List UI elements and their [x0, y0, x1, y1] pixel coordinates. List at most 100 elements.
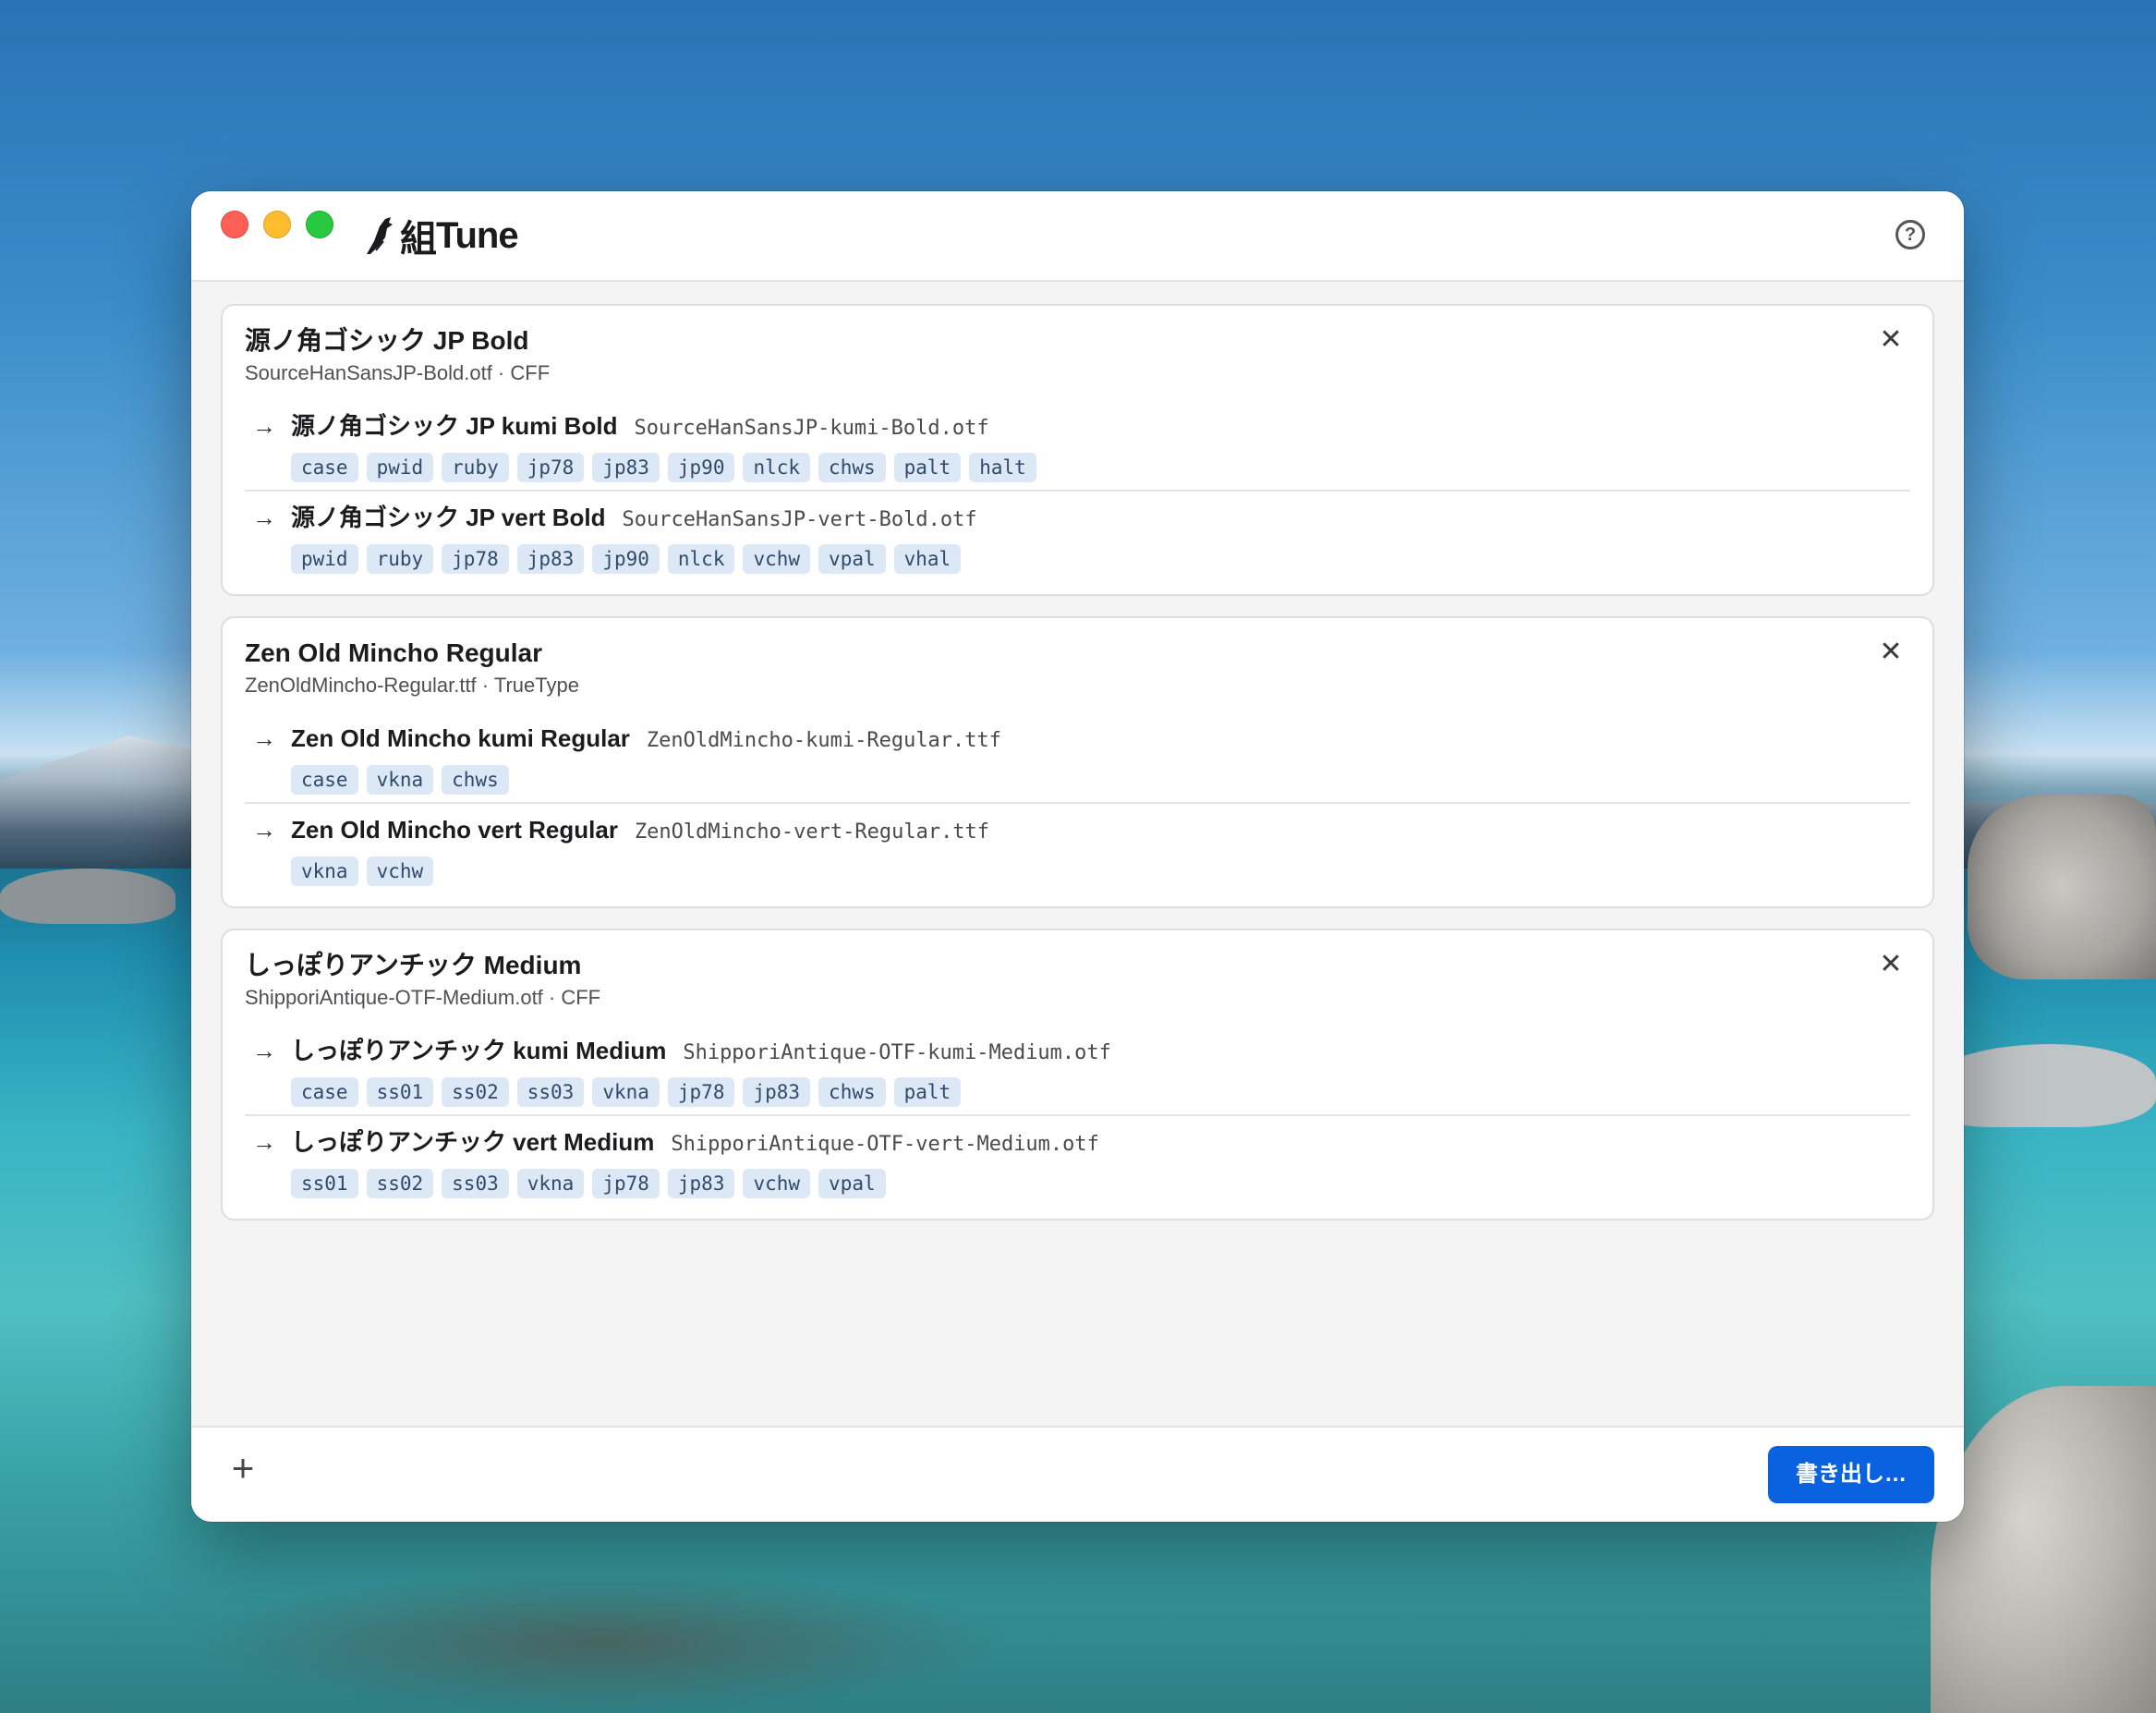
background-boulder: [1931, 1386, 2156, 1713]
feature-tag: jp83: [743, 1077, 811, 1107]
feature-tag: jp90: [667, 453, 735, 482]
window-close-button[interactable]: [221, 211, 248, 238]
arrow-right-icon: →: [252, 504, 276, 531]
feature-tag: nlck: [743, 453, 811, 482]
output-item: → しっぽりアンチック vert Medium ShipporiAntique-…: [245, 1114, 1910, 1206]
feature-tag: jp83: [592, 453, 660, 482]
feature-tag: ss03: [516, 1077, 585, 1107]
font-card: しっぽりアンチック Medium ShipporiAntique-OTF-Med…: [221, 929, 1934, 1221]
add-font-plus-icon[interactable]: +: [223, 1448, 263, 1488]
feature-tag: case: [291, 765, 358, 795]
title-bar: 組 Tune ?: [191, 191, 1964, 282]
feature-tag: jp78: [516, 453, 585, 482]
feature-tag: ruby: [366, 544, 434, 574]
font-subtitle: ZenOldMincho-Regular.ttf · TrueType: [245, 674, 579, 697]
feature-tags: case ss01 ss02 ss03 vkna jp78 jp83 chws …: [291, 1077, 1910, 1107]
font-subtitle: SourceHanSansJP-Bold.otf · CFF: [245, 361, 551, 384]
feature-tag: vchw: [743, 1169, 811, 1198]
footer-bar: + 書き出し…: [191, 1426, 1964, 1522]
feature-tag: jp90: [592, 544, 660, 574]
feature-tag: jp78: [667, 1077, 735, 1107]
arrow-right-icon: →: [252, 816, 276, 844]
output-name: Zen Old Mincho vert Regular: [291, 816, 618, 844]
output-filename: ShipporiAntique-OTF-vert-Medium.otf: [671, 1133, 1099, 1156]
feature-tag: case: [291, 453, 358, 482]
feature-tag: ss03: [442, 1169, 509, 1198]
output-list: → 源ノ角ゴシック JP kumi Bold SourceHanSansJP-k…: [245, 400, 1910, 581]
arrow-right-icon: →: [252, 1128, 276, 1156]
feature-tags: case pwid ruby jp78 jp83 jp90 nlck chws …: [291, 453, 1910, 482]
feature-tag: vkna: [291, 856, 358, 886]
arrow-right-icon: →: [252, 1037, 276, 1064]
font-title: しっぽりアンチック Medium: [245, 951, 582, 979]
background-rock: [0, 869, 176, 924]
feature-tag: ss02: [442, 1077, 509, 1107]
feature-tag: vhal: [893, 544, 962, 574]
output-item: → 源ノ角ゴシック JP kumi Bold SourceHanSansJP-k…: [245, 400, 1910, 490]
feature-tag: case: [291, 1077, 358, 1107]
feature-tag: jp78: [592, 1169, 660, 1198]
output-filename: SourceHanSansJP-vert-Bold.otf: [622, 508, 977, 531]
remove-font-close-icon[interactable]: ✕: [1877, 326, 1905, 354]
feature-tag: vkna: [516, 1169, 585, 1198]
feature-tag: vpal: [818, 1169, 886, 1198]
output-list: → Zen Old Mincho kumi Regular ZenOldMinc…: [245, 712, 1910, 893]
output-name: 源ノ角ゴシック JP kumi Bold: [291, 412, 618, 440]
feature-tag: jp83: [667, 1169, 735, 1198]
remove-font-close-icon[interactable]: ✕: [1877, 638, 1905, 666]
output-item: → Zen Old Mincho vert Regular ZenOldMinc…: [245, 802, 1910, 893]
arrow-right-icon: →: [252, 724, 276, 752]
feature-tag: ss01: [366, 1077, 434, 1107]
feature-tag: halt: [969, 453, 1036, 482]
font-card: Zen Old Mincho Regular ZenOldMincho-Regu…: [221, 616, 1934, 908]
output-filename: SourceHanSansJP-kumi-Bold.otf: [634, 417, 989, 440]
feature-tag: chws: [818, 1077, 886, 1107]
export-button[interactable]: 書き出し…: [1768, 1446, 1934, 1503]
feature-tags: ss01 ss02 ss03 vkna jp78 jp83 vchw vpal: [291, 1169, 1910, 1198]
feature-tag: ruby: [442, 453, 509, 482]
arrow-right-icon: →: [252, 412, 276, 440]
feature-tag: vkna: [366, 765, 434, 795]
feature-tag: palt: [893, 453, 962, 482]
feature-tags: pwid ruby jp78 jp83 jp90 nlck vchw vpal …: [291, 544, 1910, 574]
feature-tags: vkna vchw: [291, 856, 1910, 886]
output-item: → Zen Old Mincho kumi Regular ZenOldMinc…: [245, 712, 1910, 802]
font-subtitle: ShipporiAntique-OTF-Medium.otf · CFF: [245, 986, 601, 1009]
feature-tag: chws: [442, 765, 509, 795]
app-brand: 組 Tune: [365, 208, 519, 263]
feature-tag: pwid: [291, 544, 358, 574]
output-filename: ZenOldMincho-vert-Regular.ttf: [634, 820, 990, 844]
feature-tag: vchw: [743, 544, 811, 574]
bird-logo-icon: [367, 217, 393, 254]
feature-tag: jp83: [516, 544, 585, 574]
app-logo-kanji: 組: [400, 219, 437, 260]
feature-tag: pwid: [366, 453, 434, 482]
output-filename: ShipporiAntique-OTF-kumi-Medium.otf: [683, 1041, 1111, 1064]
feature-tag: ss01: [291, 1169, 358, 1198]
output-item: → 源ノ角ゴシック JP vert Bold SourceHanSansJP-v…: [245, 490, 1910, 581]
font-card: 源ノ角ゴシック JP Bold SourceHanSansJP-Bold.otf…: [221, 304, 1934, 596]
window-zoom-button[interactable]: [306, 211, 333, 238]
feature-tag: vpal: [818, 544, 886, 574]
app-window: 組 Tune ? 源ノ角ゴシック JP Bold SourceHanSansJP…: [191, 191, 1964, 1522]
help-icon[interactable]: ?: [1896, 220, 1925, 249]
feature-tag: nlck: [667, 544, 735, 574]
font-title: Zen Old Mincho Regular: [245, 638, 543, 667]
background-underwater-rock: [185, 1571, 1016, 1713]
output-name: Zen Old Mincho kumi Regular: [291, 724, 630, 752]
feature-tag: ss02: [366, 1169, 434, 1198]
output-name: しっぽりアンチック kumi Medium: [291, 1037, 667, 1064]
feature-tags: case vkna chws: [291, 765, 1910, 795]
feature-tag: jp78: [442, 544, 509, 574]
window-minimize-button[interactable]: [263, 211, 291, 238]
remove-font-close-icon[interactable]: ✕: [1877, 951, 1905, 978]
output-name: しっぽりアンチック vert Medium: [291, 1128, 655, 1156]
output-item: → しっぽりアンチック kumi Medium ShipporiAntique-…: [245, 1025, 1910, 1114]
output-name: 源ノ角ゴシック JP vert Bold: [291, 504, 606, 531]
output-filename: ZenOldMincho-kumi-Regular.ttf: [646, 729, 1002, 752]
feature-tag: chws: [818, 453, 886, 482]
feature-tag: vkna: [592, 1077, 660, 1107]
output-list: → しっぽりアンチック kumi Medium ShipporiAntique-…: [245, 1025, 1910, 1206]
feature-tag: palt: [893, 1077, 962, 1107]
font-title: 源ノ角ゴシック JP Bold: [245, 326, 529, 355]
